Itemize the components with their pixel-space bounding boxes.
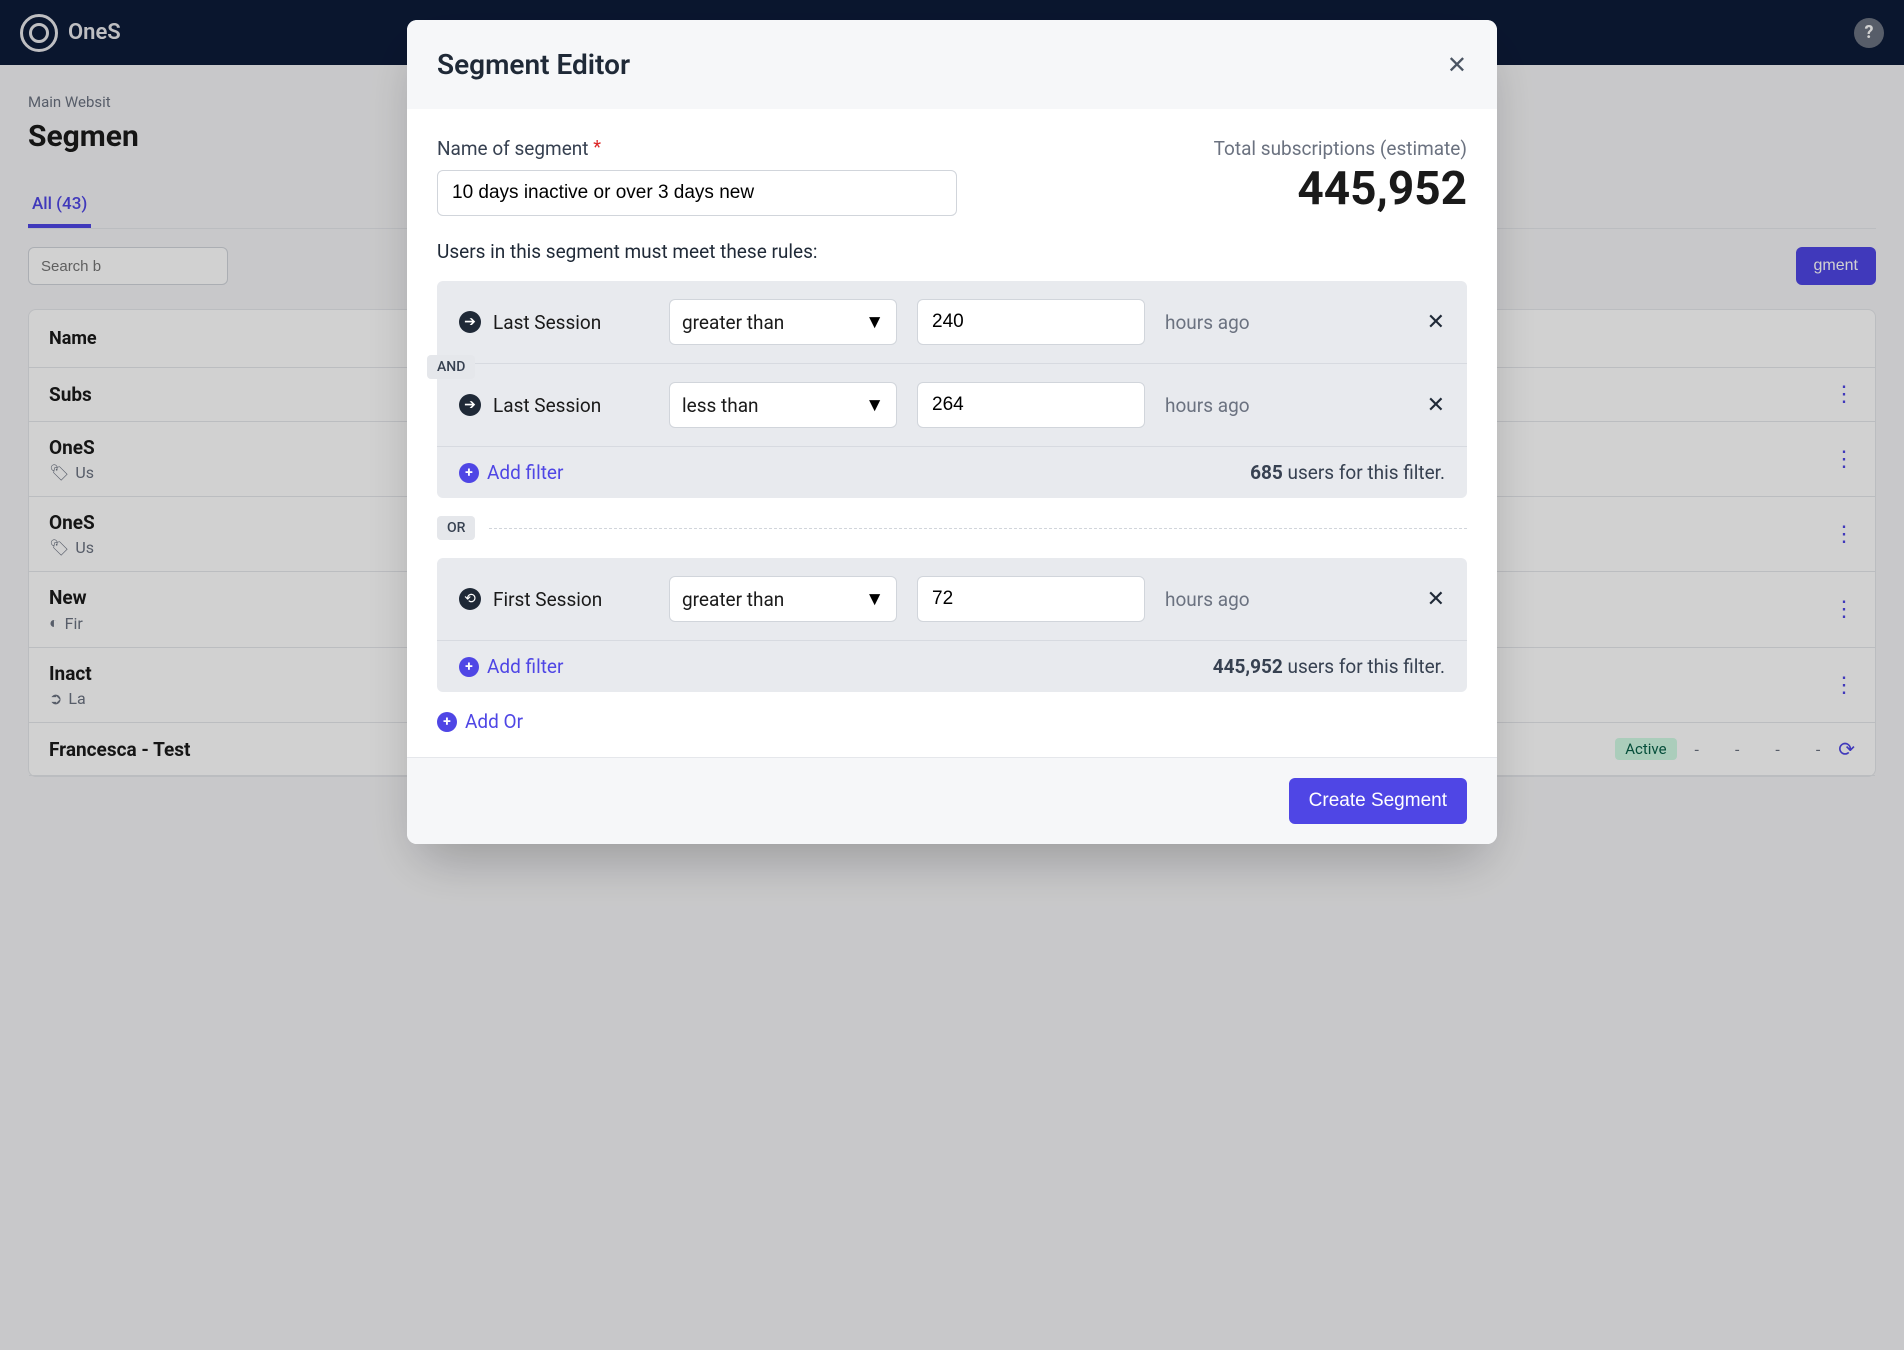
operator-select[interactable]: greater than▼	[669, 576, 897, 622]
rule-field-label: Last Session	[493, 394, 601, 417]
add-filter-button[interactable]: + Add filter	[459, 655, 563, 678]
segment-name-input[interactable]	[437, 170, 957, 216]
modal-body: Name of segment * Total subscriptions (e…	[407, 109, 1497, 757]
rule-row: ➔ Last Session less than▼ hours ago ✕	[437, 363, 1467, 446]
rule-group: ⟲ First Session greater than▼ hours ago …	[437, 558, 1467, 692]
chevron-down-icon: ▼	[865, 310, 884, 334]
modal-title: Segment Editor	[437, 48, 630, 81]
unit-label: hours ago	[1165, 311, 1250, 334]
add-or-button[interactable]: + Add Or	[437, 710, 1467, 733]
rules-intro: Users in this segment must meet these ru…	[437, 240, 1467, 263]
create-segment-button[interactable]: Create Segment	[1289, 778, 1467, 824]
modal-footer: Create Segment	[407, 757, 1497, 844]
remove-rule-icon[interactable]: ✕	[1427, 393, 1445, 418]
rule-group: AND ➔ Last Session greater than▼ hours a…	[437, 281, 1467, 498]
name-label: Name of segment *	[437, 137, 1190, 160]
chevron-down-icon: ▼	[865, 587, 884, 611]
add-filter-button[interactable]: + Add filter	[459, 461, 563, 484]
session-icon: ➔	[459, 311, 481, 333]
value-input[interactable]	[917, 299, 1145, 345]
operator-select[interactable]: greater than▼	[669, 299, 897, 345]
or-chip: OR	[437, 516, 475, 540]
modal-header: Segment Editor ✕	[407, 20, 1497, 109]
required-star: *	[593, 137, 601, 158]
operator-select[interactable]: less than▼	[669, 382, 897, 428]
plus-icon: +	[459, 463, 479, 483]
session-icon: ➔	[459, 394, 481, 416]
estimate-label: Total subscriptions (estimate)	[1214, 137, 1467, 160]
group-user-count: 445,952 users for this filter.	[1213, 655, 1445, 678]
unit-label: hours ago	[1165, 394, 1250, 417]
rule-field-label: Last Session	[493, 311, 601, 334]
rule-field-label: First Session	[493, 588, 602, 611]
rule-row: ➔ Last Session greater than▼ hours ago ✕	[437, 281, 1467, 363]
close-icon[interactable]: ✕	[1447, 51, 1467, 79]
group-user-count: 685 users for this filter.	[1250, 461, 1445, 484]
or-separator: OR	[437, 516, 1467, 540]
chevron-down-icon: ▼	[865, 393, 884, 417]
estimate-value: 445,952	[1214, 162, 1467, 216]
value-input[interactable]	[917, 382, 1145, 428]
remove-rule-icon[interactable]: ✕	[1427, 587, 1445, 612]
unit-label: hours ago	[1165, 588, 1250, 611]
segment-editor-modal: Segment Editor ✕ Name of segment * Total…	[407, 20, 1497, 844]
remove-rule-icon[interactable]: ✕	[1427, 310, 1445, 335]
plus-icon: +	[437, 712, 457, 732]
plus-icon: +	[459, 657, 479, 677]
value-input[interactable]	[917, 576, 1145, 622]
and-chip: AND	[427, 355, 475, 379]
rule-row: ⟲ First Session greater than▼ hours ago …	[437, 558, 1467, 640]
session-icon: ⟲	[459, 588, 481, 610]
